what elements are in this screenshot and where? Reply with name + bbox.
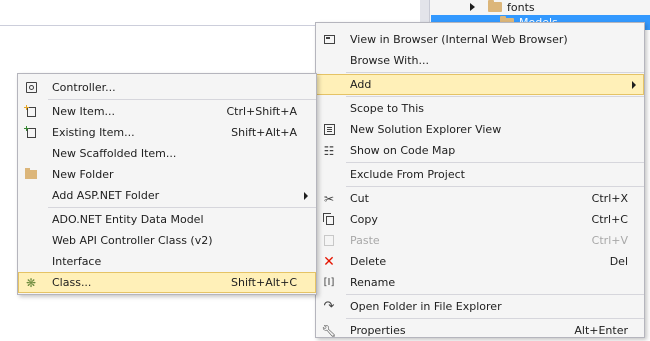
menu-separator <box>48 99 316 100</box>
submenu-item-interface[interactable]: Interface <box>18 251 316 272</box>
menu-item-properties[interactable]: 🔧︎ Properties Alt+Enter <box>316 320 644 341</box>
delete-x-icon: ✕ <box>323 253 335 270</box>
add-submenu: Controller... New Item... Ctrl+Shift+A E… <box>17 73 317 295</box>
scissors-icon: ✂ <box>323 191 335 206</box>
menu-separator <box>346 294 644 295</box>
submenu-item-new-folder[interactable]: New Folder <box>18 164 316 185</box>
code-map-icon: ☷ <box>323 143 335 158</box>
menu-item-show-on-code-map[interactable]: ☷ Show on Code Map <box>316 140 644 161</box>
background-divider <box>0 25 318 26</box>
copy-icon <box>316 209 342 230</box>
menu-separator <box>346 162 644 163</box>
menu-item-rename[interactable]: [I] Rename <box>316 272 644 293</box>
submenu-item-new-scaffolded-item[interactable]: New Scaffolded Item... <box>18 143 316 164</box>
menu-item-browse-with[interactable]: Browse With... <box>316 50 644 71</box>
wrench-icon: 🔧︎ <box>321 323 337 338</box>
menu-item-new-solution-explorer-view[interactable]: New Solution Explorer View <box>316 119 644 140</box>
existing-item-icon <box>18 122 44 143</box>
menu-separator <box>48 207 316 208</box>
menu-item-cut[interactable]: ✂ Cut Ctrl+X <box>316 188 644 209</box>
submenu-item-existing-item[interactable]: Existing Item... Shift+Alt+A <box>18 122 316 143</box>
submenu-item-class[interactable]: ❋ Class... Shift+Alt+C <box>18 272 316 293</box>
tree-item-label: fonts <box>507 0 535 14</box>
context-menu: View in Browser (Internal Web Browser) B… <box>315 22 645 338</box>
submenu-item-add-aspnet-folder[interactable]: Add ASP.NET Folder <box>18 185 316 206</box>
folder-icon <box>488 0 502 12</box>
menu-separator <box>346 318 644 319</box>
folder-icon <box>18 164 44 185</box>
submenu-arrow-icon <box>304 191 308 200</box>
menu-item-delete[interactable]: ✕ Delete Del <box>316 251 644 272</box>
expand-arrow-icon[interactable] <box>470 3 475 11</box>
submenu-item-ado-net-entity-data-model[interactable]: ADO.NET Entity Data Model <box>18 209 316 230</box>
new-item-icon <box>18 101 44 122</box>
clipboard-icon <box>316 230 342 251</box>
menu-separator <box>346 72 644 73</box>
solution-explorer-icon <box>316 119 342 140</box>
menu-item-exclude-from-project[interactable]: Exclude From Project <box>316 164 644 185</box>
menu-separator <box>346 186 644 187</box>
submenu-item-new-item[interactable]: New Item... Ctrl+Shift+A <box>18 101 316 122</box>
tree-item-fonts[interactable]: fonts <box>470 0 535 14</box>
menu-item-open-folder[interactable]: ↷ Open Folder in File Explorer <box>316 296 644 317</box>
menu-separator <box>346 96 644 97</box>
class-icon: ❋ <box>25 275 37 290</box>
browser-icon <box>316 29 342 50</box>
menu-item-scope-to-this[interactable]: Scope to This <box>316 98 644 119</box>
menu-item-copy[interactable]: Copy Ctrl+C <box>316 209 644 230</box>
submenu-arrow-icon <box>632 80 636 89</box>
controller-icon <box>18 77 44 98</box>
rename-icon: [I] <box>323 277 335 288</box>
submenu-item-controller[interactable]: Controller... <box>18 77 316 98</box>
menu-item-view-in-browser[interactable]: View in Browser (Internal Web Browser) <box>316 29 644 50</box>
submenu-item-web-api-controller[interactable]: Web API Controller Class (v2) <box>18 230 316 251</box>
menu-item-add[interactable]: Add <box>316 74 644 95</box>
open-folder-arrow-icon: ↷ <box>323 299 335 314</box>
menu-item-paste[interactable]: Paste Ctrl+V <box>316 230 644 251</box>
